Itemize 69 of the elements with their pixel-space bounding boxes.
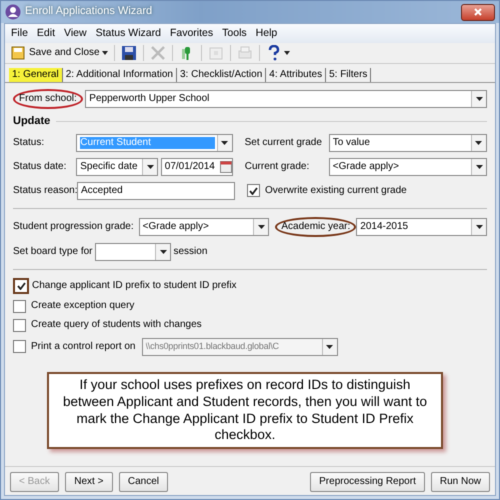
checkmark-icon — [249, 186, 258, 195]
wizard-button[interactable]: Cancel — [118, 472, 168, 492]
date-mode-dropdown[interactable]: Specific date — [76, 158, 158, 176]
field-label: Set board type for — [13, 246, 92, 258]
field-label: session — [174, 246, 208, 258]
progression-grade-dropdown[interactable]: <Grade apply> — [138, 218, 270, 236]
menu-item[interactable]: Edit — [36, 27, 56, 40]
caret-icon — [102, 50, 108, 55]
menu-item[interactable]: Status Wizard — [96, 27, 161, 40]
reason-field[interactable]: Accepted — [77, 182, 235, 200]
menu-item[interactable]: Tools — [222, 27, 247, 40]
tab[interactable]: 5: Filters — [326, 68, 372, 82]
dropdown-arrow-icon — [476, 96, 482, 101]
checkbox[interactable] — [13, 340, 26, 354]
dropdown-arrow-icon — [476, 164, 482, 169]
field-label: Status date: — [13, 160, 68, 173]
calendar-icon — [220, 160, 232, 173]
wizard-button[interactable]: Run Now — [430, 472, 490, 492]
checkmark-icon — [16, 282, 26, 290]
field-label: Set current grade — [244, 136, 323, 149]
dropdown-arrow-icon — [146, 164, 154, 169]
checkbox[interactable] — [13, 318, 26, 332]
dropdown-arrow-icon — [160, 250, 166, 254]
school-dropdown[interactable]: Pepperworth Upper School — [85, 90, 487, 108]
dropdown-arrow-icon — [326, 344, 333, 349]
dropdown-arrow-icon — [258, 224, 265, 229]
field-label: Status: — [13, 136, 46, 149]
printer-dropdown[interactable]: \\chs0pprints01.blackbaud.global\C — [142, 338, 338, 356]
current-grade-dropdown[interactable]: <Grade apply> — [328, 158, 487, 176]
caret-icon — [284, 50, 290, 55]
dropdown-arrow-icon — [221, 140, 228, 145]
checkbox-label: Create exception query — [31, 300, 134, 312]
close-button[interactable] — [461, 4, 495, 20]
callout-note: If your school uses prefixes on record IDs to distinguish between Applicant and Student records, then you will want to mark the Change Applicant ID prefix to Student ID Prefix checkbox. — [47, 372, 443, 450]
board-type-dropdown[interactable] — [95, 242, 171, 261]
printer-icon — [236, 44, 253, 61]
checkbox-label: Change applicant ID prefix to student ID prefix — [32, 280, 237, 292]
window-title: Enroll Applications Wizard — [25, 5, 152, 19]
save-and-close-button[interactable]: Save and Close — [9, 44, 110, 62]
grade-mode-dropdown[interactable]: To value — [328, 134, 487, 152]
page-icon — [208, 44, 224, 61]
date-field[interactable]: 07/01/2014 — [160, 158, 233, 176]
academic-year-dropdown[interactable]: 2014-2015 — [356, 218, 487, 236]
wizard-button[interactable]: Preprocessing Report — [310, 472, 425, 492]
tab[interactable]: 1: General — [9, 68, 63, 82]
close-icon — [474, 8, 482, 16]
menu-item[interactable]: View — [64, 27, 87, 40]
field-label: From school: — [13, 88, 83, 109]
tab[interactable]: 2: Additional Information — [62, 68, 177, 82]
section-heading: Update — [13, 114, 50, 128]
tab[interactable]: 4: Attributes — [266, 68, 326, 82]
menu-item[interactable]: Favorites — [170, 27, 214, 40]
dropdown-arrow-icon — [476, 224, 482, 229]
checkbox-label: Create query of students with changes — [31, 319, 202, 332]
checkbox-label: Print a control report on — [31, 340, 136, 353]
menu-item[interactable]: File — [11, 27, 28, 40]
checkbox[interactable] — [13, 300, 26, 313]
checkbox-label: Overwrite existing current grade — [265, 184, 407, 197]
checkbox[interactable] — [13, 278, 29, 294]
field-label: Current grade: — [244, 160, 310, 173]
checkbox[interactable] — [247, 184, 260, 198]
tab[interactable]: 3: Checklist/Action — [177, 68, 266, 82]
app-icon — [5, 4, 21, 20]
delete-icon — [150, 44, 166, 61]
field-label: Student progression grade: — [13, 220, 134, 233]
field-label: Status reason: — [13, 184, 77, 197]
wizard-button[interactable]: Next > — [64, 472, 113, 492]
menu-item[interactable]: Help — [256, 27, 278, 40]
dropdown-arrow-icon — [475, 140, 482, 145]
